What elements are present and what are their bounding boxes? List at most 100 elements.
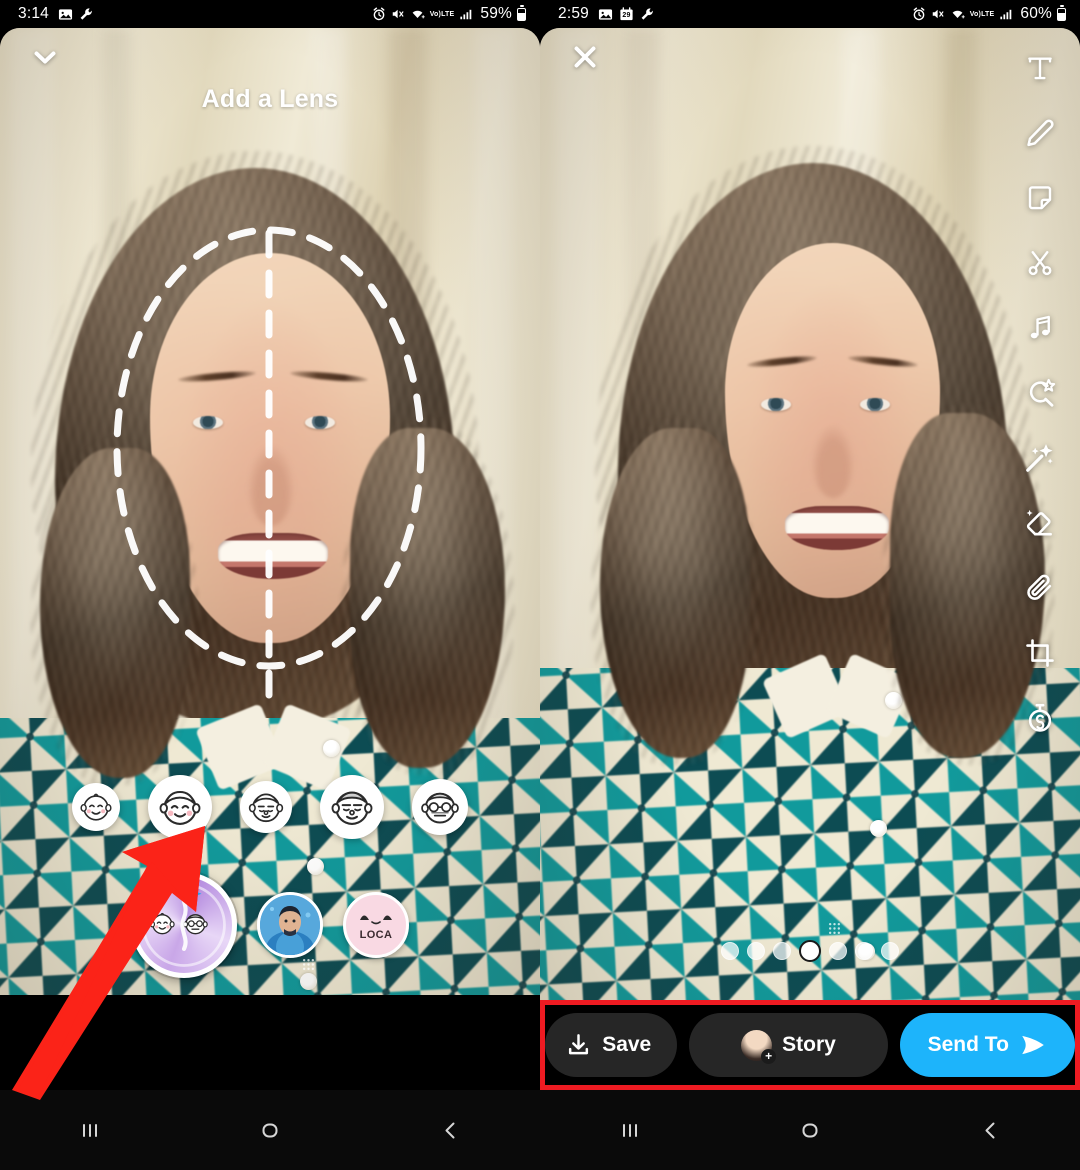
music-tool[interactable]: [1022, 310, 1058, 346]
back-button[interactable]: [960, 1100, 1020, 1160]
status-bar-left: 3:14 Vo) LTE 59%: [0, 0, 540, 28]
chevron-down-icon: [34, 51, 56, 64]
scissors-tool[interactable]: [1022, 245, 1058, 281]
lens-baby-elderly-split[interactable]: [131, 872, 237, 978]
text-tool[interactable]: [1022, 50, 1058, 86]
status-bar-right: 2:59 29 Vo) LTE 60%: [540, 0, 1080, 28]
gallery-icon: [58, 7, 73, 22]
featured-lens-row: LOCA: [0, 872, 540, 978]
attachment-tool[interactable]: [1022, 570, 1058, 606]
mute-icon: [931, 7, 945, 21]
page-title: Add a Lens: [201, 85, 339, 113]
calendar-day: 29: [622, 11, 631, 19]
lens-explore-tool[interactable]: [1022, 375, 1058, 411]
status-bar-right-group: Vo) LTE 60%: [912, 4, 1066, 23]
music-note-icon: [1030, 315, 1050, 339]
edit-toolbar: [1022, 50, 1058, 736]
text-icon: [1028, 57, 1052, 80]
page-dot[interactable]: [721, 942, 739, 960]
baby-face-icon: [80, 793, 112, 821]
baby-elderly-split-icon: [142, 883, 226, 967]
portrait-photo: [0, 28, 540, 995]
draw-tool[interactable]: [1022, 115, 1058, 151]
loca-label: LOCA: [359, 929, 393, 941]
child-face-icon: [159, 791, 201, 825]
recents-button[interactable]: [600, 1100, 660, 1160]
home-icon: [262, 1123, 278, 1138]
sparkle-icon: [190, 888, 202, 900]
lens-chip-baby[interactable]: [72, 783, 120, 831]
send-arrow-icon: [1022, 1035, 1044, 1055]
loca-eyes-icon: [360, 915, 392, 925]
signal-icon: [459, 7, 474, 21]
adult-face-icon: [331, 791, 373, 825]
wifi-icon: [950, 7, 965, 21]
timer-icon: [1028, 703, 1052, 732]
photo-preview-left: [0, 28, 540, 995]
page-indicator: [540, 940, 1080, 962]
grid-icon: [302, 958, 315, 971]
age-lens-row: [0, 775, 540, 839]
mute-icon: [391, 7, 405, 21]
right-screen: 2:59 29 Vo) LTE 60% Save + Story Send To: [540, 0, 1080, 1170]
page-dot[interactable]: [747, 942, 765, 960]
lens-chip-teen[interactable]: [240, 781, 292, 833]
lens-loca[interactable]: LOCA: [343, 892, 409, 958]
eraser-icon: [1026, 509, 1052, 536]
recents-icon: [83, 1124, 97, 1137]
gallery-icon: [598, 7, 613, 22]
crop-tool[interactable]: [1022, 635, 1058, 671]
send-label: Send To: [927, 1033, 1009, 1056]
paperclip-icon: [1027, 574, 1052, 600]
close-button[interactable]: [568, 40, 602, 74]
battery-percent: 60%: [1020, 5, 1052, 22]
status-bar-left-group: 3:14: [18, 5, 94, 23]
grid-icon: [828, 922, 841, 935]
page-dot[interactable]: [829, 942, 847, 960]
back-button[interactable]: [420, 1100, 480, 1160]
status-time: 2:59: [558, 5, 589, 22]
page-dot[interactable]: [773, 942, 791, 960]
recents-button[interactable]: [60, 1100, 120, 1160]
save-button[interactable]: Save: [545, 1013, 678, 1077]
timer-tool[interactable]: [1022, 700, 1058, 736]
page-dot[interactable]: [881, 942, 899, 960]
avatar: +: [741, 1029, 777, 1064]
status-bar-left-group: 2:59 29: [558, 5, 655, 23]
lens-chip-elderly[interactable]: [412, 779, 468, 835]
plus-icon: +: [761, 1048, 777, 1064]
elderly-face-icon: [421, 792, 459, 824]
back-icon: [445, 1122, 455, 1139]
collapse-button[interactable]: [28, 40, 62, 74]
calendar-icon: 29: [619, 6, 634, 22]
status-time: 3:14: [18, 5, 49, 22]
status-bar-right-group: Vo) LTE 59%: [372, 4, 526, 23]
alarm-icon: [372, 7, 386, 21]
send-to-button[interactable]: Send To: [899, 1013, 1075, 1077]
home-icon: [802, 1123, 818, 1138]
download-icon: [569, 1033, 589, 1054]
page-dot-active[interactable]: [799, 940, 821, 962]
battery-percent: 59%: [480, 5, 512, 22]
save-label: Save: [602, 1033, 652, 1056]
pencil-icon: [1027, 119, 1054, 147]
magic-tool[interactable]: [1022, 440, 1058, 476]
lens-user-avatar[interactable]: [257, 892, 323, 958]
sticker-tool[interactable]: [1022, 180, 1058, 216]
volte-icon: Vo) LTE: [429, 10, 455, 18]
page-dot[interactable]: [855, 942, 873, 960]
back-icon: [985, 1122, 995, 1139]
home-button[interactable]: [240, 1100, 300, 1160]
story-button[interactable]: + Story: [689, 1013, 888, 1077]
volte-icon: Vo) LTE: [969, 10, 995, 18]
eraser-tool[interactable]: [1022, 505, 1058, 541]
lens-chip-child[interactable]: [148, 775, 212, 839]
close-icon: [574, 46, 596, 68]
android-nav-bar-left: [0, 1090, 540, 1170]
battery-icon: [517, 4, 526, 21]
home-button[interactable]: [780, 1100, 840, 1160]
lens-chip-adult[interactable]: [320, 775, 384, 839]
action-bar: Save + Story Send To: [540, 1000, 1080, 1090]
teen-face-icon: [248, 793, 284, 823]
wrench-icon: [79, 7, 94, 22]
